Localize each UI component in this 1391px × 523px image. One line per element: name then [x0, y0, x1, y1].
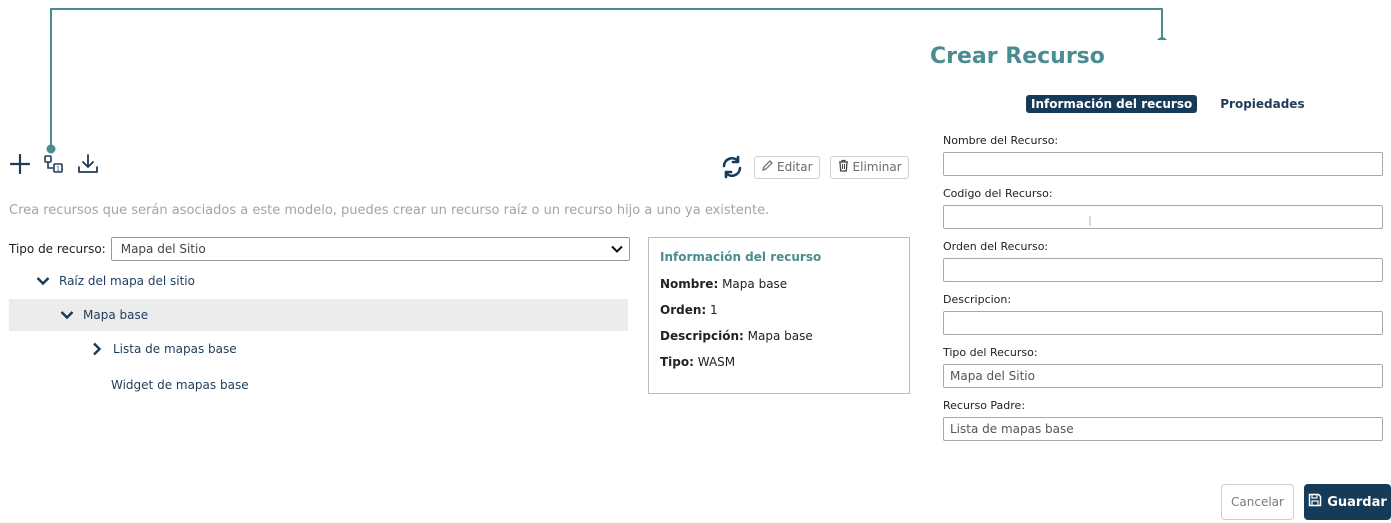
- svg-text:1: 1: [56, 166, 60, 173]
- resource-info-panel: Información del recurso Nombre: Mapa bas…: [648, 237, 910, 394]
- shapes-icon[interactable]: 1: [42, 152, 66, 176]
- download-icon[interactable]: [76, 152, 100, 176]
- plus-icon[interactable]: [8, 152, 32, 176]
- tree-item-label: Widget de mapas base: [111, 378, 249, 392]
- nombre-field-label: Nombre del Recurso:: [943, 134, 1059, 147]
- chevron-down-icon: [611, 242, 623, 256]
- codigo-field[interactable]: [943, 205, 1383, 229]
- tab-informacion-recurso[interactable]: Información del recurso: [1026, 95, 1198, 113]
- descripcion-field[interactable]: [943, 311, 1383, 335]
- tipo-field-label: Tipo del Recurso:: [943, 346, 1038, 359]
- tree-item-lista-mapas-base[interactable]: Lista de mapas base: [9, 331, 628, 367]
- form-actions: Cancelar Guardar: [1221, 484, 1391, 520]
- tree-item-root[interactable]: Raíz del mapa del sitio: [9, 263, 628, 299]
- tipo-field[interactable]: Mapa del Sitio: [943, 364, 1383, 388]
- resource-type-label: Tipo de recurso:: [9, 242, 106, 256]
- orden-field[interactable]: [943, 258, 1383, 282]
- resource-type-row: Tipo de recurso: Mapa del Sitio: [9, 237, 630, 261]
- delete-button[interactable]: Eliminar: [829, 155, 909, 179]
- edit-button-label: Editar: [777, 160, 813, 174]
- pencil-icon: [761, 159, 774, 175]
- edit-button[interactable]: Editar: [754, 155, 820, 179]
- resource-tree: Raíz del mapa del sitio Mapa base Lista …: [9, 263, 628, 403]
- save-button-label: Guardar: [1327, 494, 1387, 510]
- nombre-field[interactable]: [943, 152, 1383, 176]
- info-tipo: Tipo: WASM: [660, 355, 736, 369]
- codigo-field-label: Codigo del Recurso:: [943, 187, 1053, 200]
- resource-toolbar: 1: [8, 152, 100, 176]
- floppy-disk-icon: [1308, 493, 1322, 511]
- text-cursor-icon: I: [1088, 215, 1092, 230]
- info-orden: Orden: 1: [660, 303, 718, 317]
- refresh-icon[interactable]: [720, 155, 744, 179]
- trash-icon: [837, 159, 850, 175]
- orden-field-label: Orden del Recurso:: [943, 240, 1049, 253]
- padre-field-label: Recurso Padre:: [943, 399, 1026, 412]
- page-title: Crear Recurso: [930, 44, 1105, 69]
- chevron-down-icon[interactable]: [57, 310, 77, 320]
- info-descripcion: Descripción: Mapa base: [660, 329, 813, 343]
- info-nombre: Nombre: Mapa base: [660, 277, 788, 291]
- tree-item-widget-mapas-base[interactable]: Widget de mapas base: [9, 367, 628, 403]
- padre-field[interactable]: Lista de mapas base: [943, 417, 1383, 441]
- tree-actions: Editar Eliminar: [720, 155, 909, 179]
- delete-button-label: Eliminar: [852, 160, 902, 174]
- tree-item-label: Lista de mapas base: [113, 342, 237, 356]
- chevron-right-icon[interactable]: [87, 342, 107, 356]
- chevron-down-icon[interactable]: [33, 276, 53, 286]
- tab-propiedades[interactable]: Propiedades: [1215, 95, 1309, 113]
- info-panel-title: Información del recurso: [660, 250, 822, 264]
- tree-item-label: Raíz del mapa del sitio: [59, 274, 195, 288]
- cancel-button[interactable]: Cancelar: [1221, 484, 1294, 520]
- descripcion-field-label: Descripcion:: [943, 293, 1012, 306]
- save-button[interactable]: Guardar: [1304, 484, 1391, 520]
- resource-type-value: Mapa del Sitio: [120, 242, 206, 256]
- resource-type-select[interactable]: Mapa del Sitio: [110, 237, 630, 261]
- intro-text: Crea recursos que serán asociados a este…: [9, 203, 770, 218]
- tree-item-mapa-base[interactable]: Mapa base: [9, 299, 628, 331]
- form-tabs: Información del recurso Propiedades: [1026, 95, 1310, 113]
- tree-item-label: Mapa base: [83, 308, 149, 322]
- create-resource-form: Nombre del Recurso: Codigo del Recurso: …: [943, 133, 1383, 451]
